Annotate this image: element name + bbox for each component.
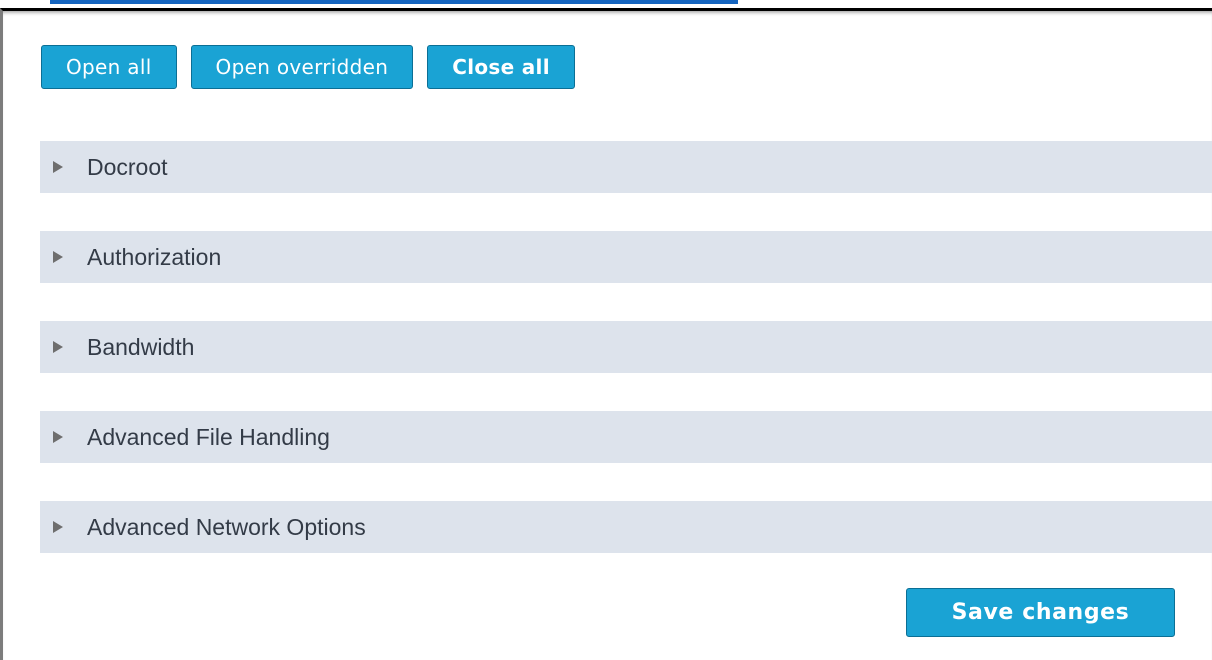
open-all-button[interactable]: Open all (41, 45, 177, 89)
close-all-button[interactable]: Close all (427, 45, 575, 89)
expand-arrow-icon (53, 161, 63, 173)
section-bandwidth[interactable]: Bandwidth (40, 321, 1212, 373)
section-label: Authorization (87, 243, 222, 270)
expand-arrow-icon (53, 521, 63, 533)
toolbar: Open all Open overridden Close all (41, 45, 575, 89)
footer: Save changes (906, 588, 1175, 637)
active-tab-underline (50, 0, 738, 4)
section-label: Advanced File Handling (87, 423, 330, 450)
settings-page: Open all Open overridden Close all Docro… (0, 0, 1212, 660)
section-label: Advanced Network Options (87, 513, 366, 540)
section-label: Bandwidth (87, 333, 195, 360)
expand-arrow-icon (53, 341, 63, 353)
expand-arrow-icon (53, 431, 63, 443)
expand-arrow-icon (53, 251, 63, 263)
section-advanced-network-options[interactable]: Advanced Network Options (40, 501, 1212, 553)
open-overridden-button[interactable]: Open overridden (190, 45, 414, 89)
save-changes-button[interactable]: Save changes (906, 588, 1175, 637)
settings-sections: Docroot Authorization Bandwidth Advanced… (40, 141, 1212, 591)
section-label: Docroot (87, 153, 168, 180)
section-advanced-file-handling[interactable]: Advanced File Handling (40, 411, 1212, 463)
section-docroot[interactable]: Docroot (40, 141, 1212, 193)
section-authorization[interactable]: Authorization (40, 231, 1212, 283)
